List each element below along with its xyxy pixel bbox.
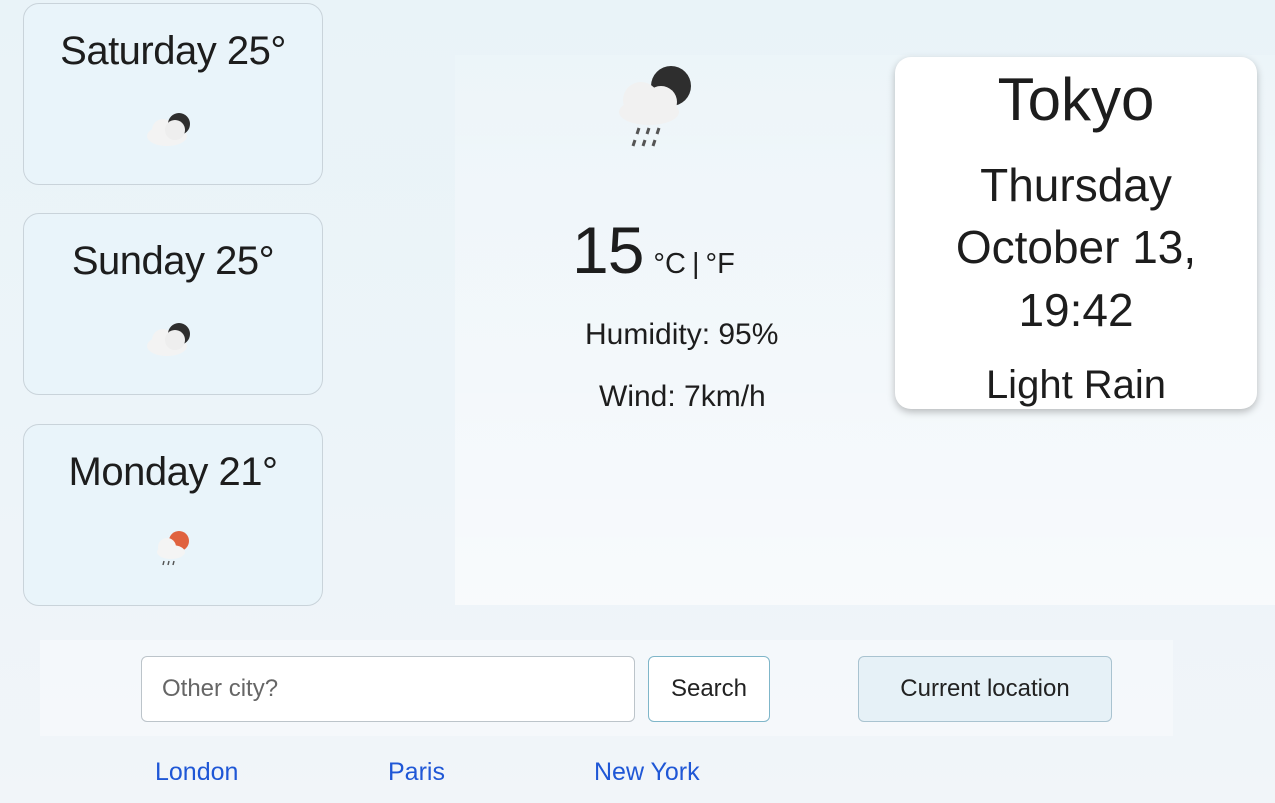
forecast-card-saturday: Saturday 25°	[23, 3, 323, 185]
city-link-paris[interactable]: Paris	[388, 758, 445, 787]
wind-text: Wind: 7km/h	[599, 380, 766, 413]
unit-separator: |	[691, 248, 700, 280]
city-name: Tokyo	[997, 66, 1155, 133]
city-time: 19:42	[1018, 284, 1134, 336]
forecast-card-sunday: Sunday 25°	[23, 213, 323, 395]
rain-sun-icon	[147, 525, 199, 578]
humidity-text: Humidity: 95%	[585, 318, 779, 351]
forecast-card-monday: Monday 21°	[23, 424, 323, 606]
forecast-day-label: Monday 21°	[68, 450, 278, 494]
search-button[interactable]: Search	[648, 656, 770, 722]
city-date: October 13,	[955, 221, 1197, 273]
forecast-day-label: Sunday 25°	[71, 239, 275, 283]
night-cloudy-icon	[141, 104, 205, 157]
temperature-display: 15 °C | °F	[572, 212, 735, 288]
city-day: Thursday	[980, 159, 1172, 211]
unit-toggle: °C | °F	[653, 248, 734, 281]
city-link-new-york[interactable]: New York	[594, 758, 700, 787]
city-link-london[interactable]: London	[155, 758, 238, 787]
weather-description: Light Rain	[985, 363, 1167, 407]
night-rain-icon	[605, 60, 701, 161]
night-cloudy-icon	[141, 314, 205, 367]
celsius-link[interactable]: °C	[653, 248, 686, 281]
temperature-value: 15	[572, 213, 644, 287]
current-location-button[interactable]: Current location	[858, 656, 1112, 722]
forecast-day-label: Saturday 25°	[60, 29, 286, 73]
city-search-input[interactable]	[141, 656, 635, 722]
fahrenheit-link[interactable]: °F	[706, 248, 735, 281]
city-info-card: Tokyo Thursday October 13, 19:42 Light R…	[895, 57, 1257, 409]
